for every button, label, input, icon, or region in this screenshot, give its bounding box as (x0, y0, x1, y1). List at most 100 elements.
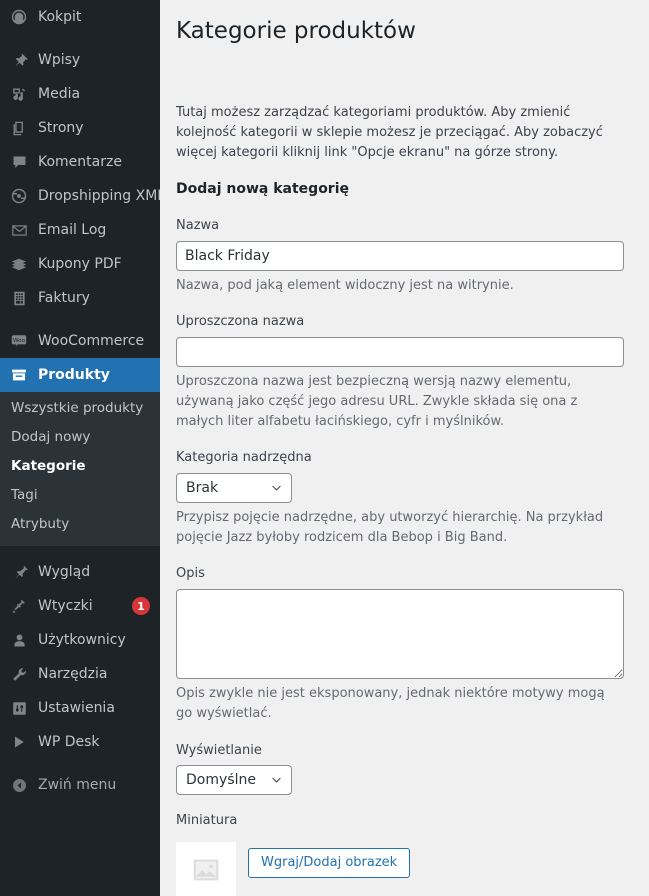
sidebar-divider (0, 759, 160, 768)
slug-input[interactable] (176, 336, 624, 367)
sidebar-item-media[interactable]: Media (0, 77, 160, 111)
settings-icon (9, 698, 29, 718)
submenu-item-tagi[interactable]: Tagi (0, 481, 160, 510)
sidebar-item-label: Wtyczki (38, 598, 93, 615)
sidebar-item-uzytkownicy[interactable]: Użytkownicy (0, 623, 160, 657)
wrench-icon (9, 664, 29, 684)
field-name: Nazwa Nazwa, pod jaką element widoczny j… (176, 217, 624, 296)
thumbnail-preview (176, 842, 236, 896)
main-content: Kategorie produktów Tutaj możesz zarządz… (160, 0, 649, 896)
add-category-form: Nazwa Nazwa, pod jaką element widoczny j… (176, 217, 624, 896)
image-placeholder-icon (191, 855, 221, 889)
invoice-icon (9, 288, 29, 308)
thumbnail-label: Miniatura (176, 813, 238, 829)
sidebar-item-label: Media (38, 86, 81, 102)
sidebar-divider (0, 315, 160, 324)
sidebar-item-kokpit[interactable]: Kokpit (0, 0, 160, 34)
sidebar-item-label: Użytkownicy (38, 632, 126, 649)
sidebar-item-wpisy[interactable]: Wpisy (0, 43, 160, 77)
description-label: Opis (176, 566, 205, 582)
appearance-icon (9, 562, 29, 582)
products-icon (9, 365, 29, 385)
field-parent-category: Kategoria nadrzędna Brak Przypisz pojęci… (176, 450, 623, 548)
display-type-label: Wyświetlanie (176, 742, 262, 758)
dashboard-icon (9, 7, 29, 27)
slug-helper-text: Uproszczona nazwa jest bezpieczną wersją… (176, 373, 578, 430)
plugin-update-badge: 1 (132, 597, 150, 616)
coupons-icon (9, 254, 29, 274)
sidebar-item-label: Wpisy (38, 52, 81, 68)
sidebar-item-label: WP Desk (38, 734, 100, 751)
sidebar-item-label: Kokpit (38, 9, 82, 25)
field-description: Opis Opis zwykle nie jest eksponowany, j… (176, 566, 624, 724)
sidebar-item-email-log[interactable]: Email Log (0, 213, 160, 247)
page-title: Kategorie produktów (176, 18, 416, 44)
sidebar-item-komentarze[interactable]: Komentarze (0, 145, 160, 179)
parent-category-helper-text: Przypisz pojęcie nadrzędne, aby utworzyć… (176, 510, 604, 546)
sidebar-item-wyglad[interactable]: Wygląd (0, 555, 160, 589)
sidebar-item-wp-desk[interactable]: WP Desk (0, 725, 160, 759)
collapse-menu-button[interactable]: Zwiń menu (0, 768, 160, 802)
sidebar-item-strony[interactable]: Strony (0, 111, 160, 145)
collapse-menu-label: Zwiń menu (38, 777, 117, 794)
form-heading: Dodaj nową kategorię (176, 181, 350, 198)
sidebar-item-label: Ustawienia (38, 700, 115, 717)
name-helper-text: Nazwa, pod jaką element widoczny jest na… (176, 277, 514, 293)
sidebar-item-label: Faktury (38, 290, 90, 306)
sidebar-item-label: Dropshipping XML (38, 188, 160, 204)
description-textarea[interactable] (176, 589, 624, 680)
sidebar-item-label: Strony (38, 120, 84, 136)
sidebar-item-label: Komentarze (38, 154, 122, 170)
field-thumbnail: Miniatura Wgraj/Dodaj obrazek (176, 813, 623, 896)
submenu-item-atrybuty[interactable]: Atrybuty (0, 510, 160, 539)
sidebar-divider (0, 546, 160, 555)
description-helper-text: Opis zwykle nie jest eksponowany, jednak… (176, 686, 605, 722)
comment-icon (9, 152, 29, 172)
sidebar-item-label: Narzędzia (38, 666, 108, 683)
sidebar-divider (0, 34, 160, 43)
play-icon (9, 732, 29, 752)
field-display-type: Wyświetlanie Domyślne (176, 743, 623, 796)
pages-icon (9, 118, 29, 138)
sidebar-item-faktury[interactable]: Faktury (0, 281, 160, 315)
sidebar-item-label: WooCommerce (38, 333, 145, 349)
sidebar-item-kupony-pdf[interactable]: Kupony PDF (0, 247, 160, 281)
slug-label: Uproszczona nazwa (176, 313, 305, 329)
sidebar-item-narzedzia[interactable]: Narzędzia (0, 657, 160, 691)
envelope-icon (9, 220, 29, 240)
woocommerce-icon: Woo (9, 331, 29, 351)
sidebar-item-dropshipping-xml[interactable]: Dropshipping XML (0, 179, 160, 213)
pin-icon (9, 50, 29, 70)
sidebar-item-produkty[interactable]: Produkty (0, 358, 160, 392)
collapse-arrow-icon (9, 775, 29, 795)
display-type-select[interactable]: Domyślne (176, 765, 292, 796)
sidebar-item-ustawienia[interactable]: Ustawienia (0, 691, 160, 725)
submenu-item-dodaj-nowy[interactable]: Dodaj nowy (0, 423, 160, 452)
parent-category-select[interactable]: Brak (176, 473, 292, 504)
submenu-item-kategorie[interactable]: Kategorie (0, 452, 160, 481)
name-label: Nazwa (176, 217, 220, 233)
sidebar-item-label: Wygląd (38, 564, 91, 581)
thumbnail-row: Wgraj/Dodaj obrazek (176, 842, 623, 896)
admin-sidebar: Kokpit Wpisy Media Strony Komentarze Dro… (0, 0, 160, 896)
parent-category-label: Kategoria nadrzędna (176, 450, 312, 466)
name-input[interactable] (176, 240, 624, 271)
display-type-select-wrap: Domyślne (176, 765, 292, 796)
sidebar-item-woocommerce[interactable]: Woo WooCommerce (0, 324, 160, 358)
submenu-produkty: Wszystkie produkty Dodaj nowy Kategorie … (0, 392, 160, 547)
sync-icon (9, 186, 29, 206)
sidebar-item-label: Produkty (38, 367, 110, 383)
media-icon (9, 84, 29, 104)
submenu-item-wszystkie-produkty[interactable]: Wszystkie produkty (0, 394, 160, 423)
page-intro-text: Tutaj możesz zarządzać kategoriami produ… (176, 104, 603, 161)
upload-image-button[interactable]: Wgraj/Dodaj obrazek (248, 848, 411, 879)
svg-text:Woo: Woo (13, 338, 26, 344)
user-icon (9, 630, 29, 650)
admin-screen: Kokpit Wpisy Media Strony Komentarze Dro… (0, 0, 649, 896)
field-slug: Uproszczona nazwa Uproszczona nazwa jest… (176, 313, 624, 432)
sidebar-item-label: Email Log (38, 222, 107, 238)
sidebar-item-label: Kupony PDF (38, 256, 122, 272)
plugin-icon (9, 596, 29, 616)
parent-category-select-wrap: Brak (176, 473, 292, 504)
sidebar-item-wtyczki[interactable]: Wtyczki 1 (0, 589, 160, 623)
